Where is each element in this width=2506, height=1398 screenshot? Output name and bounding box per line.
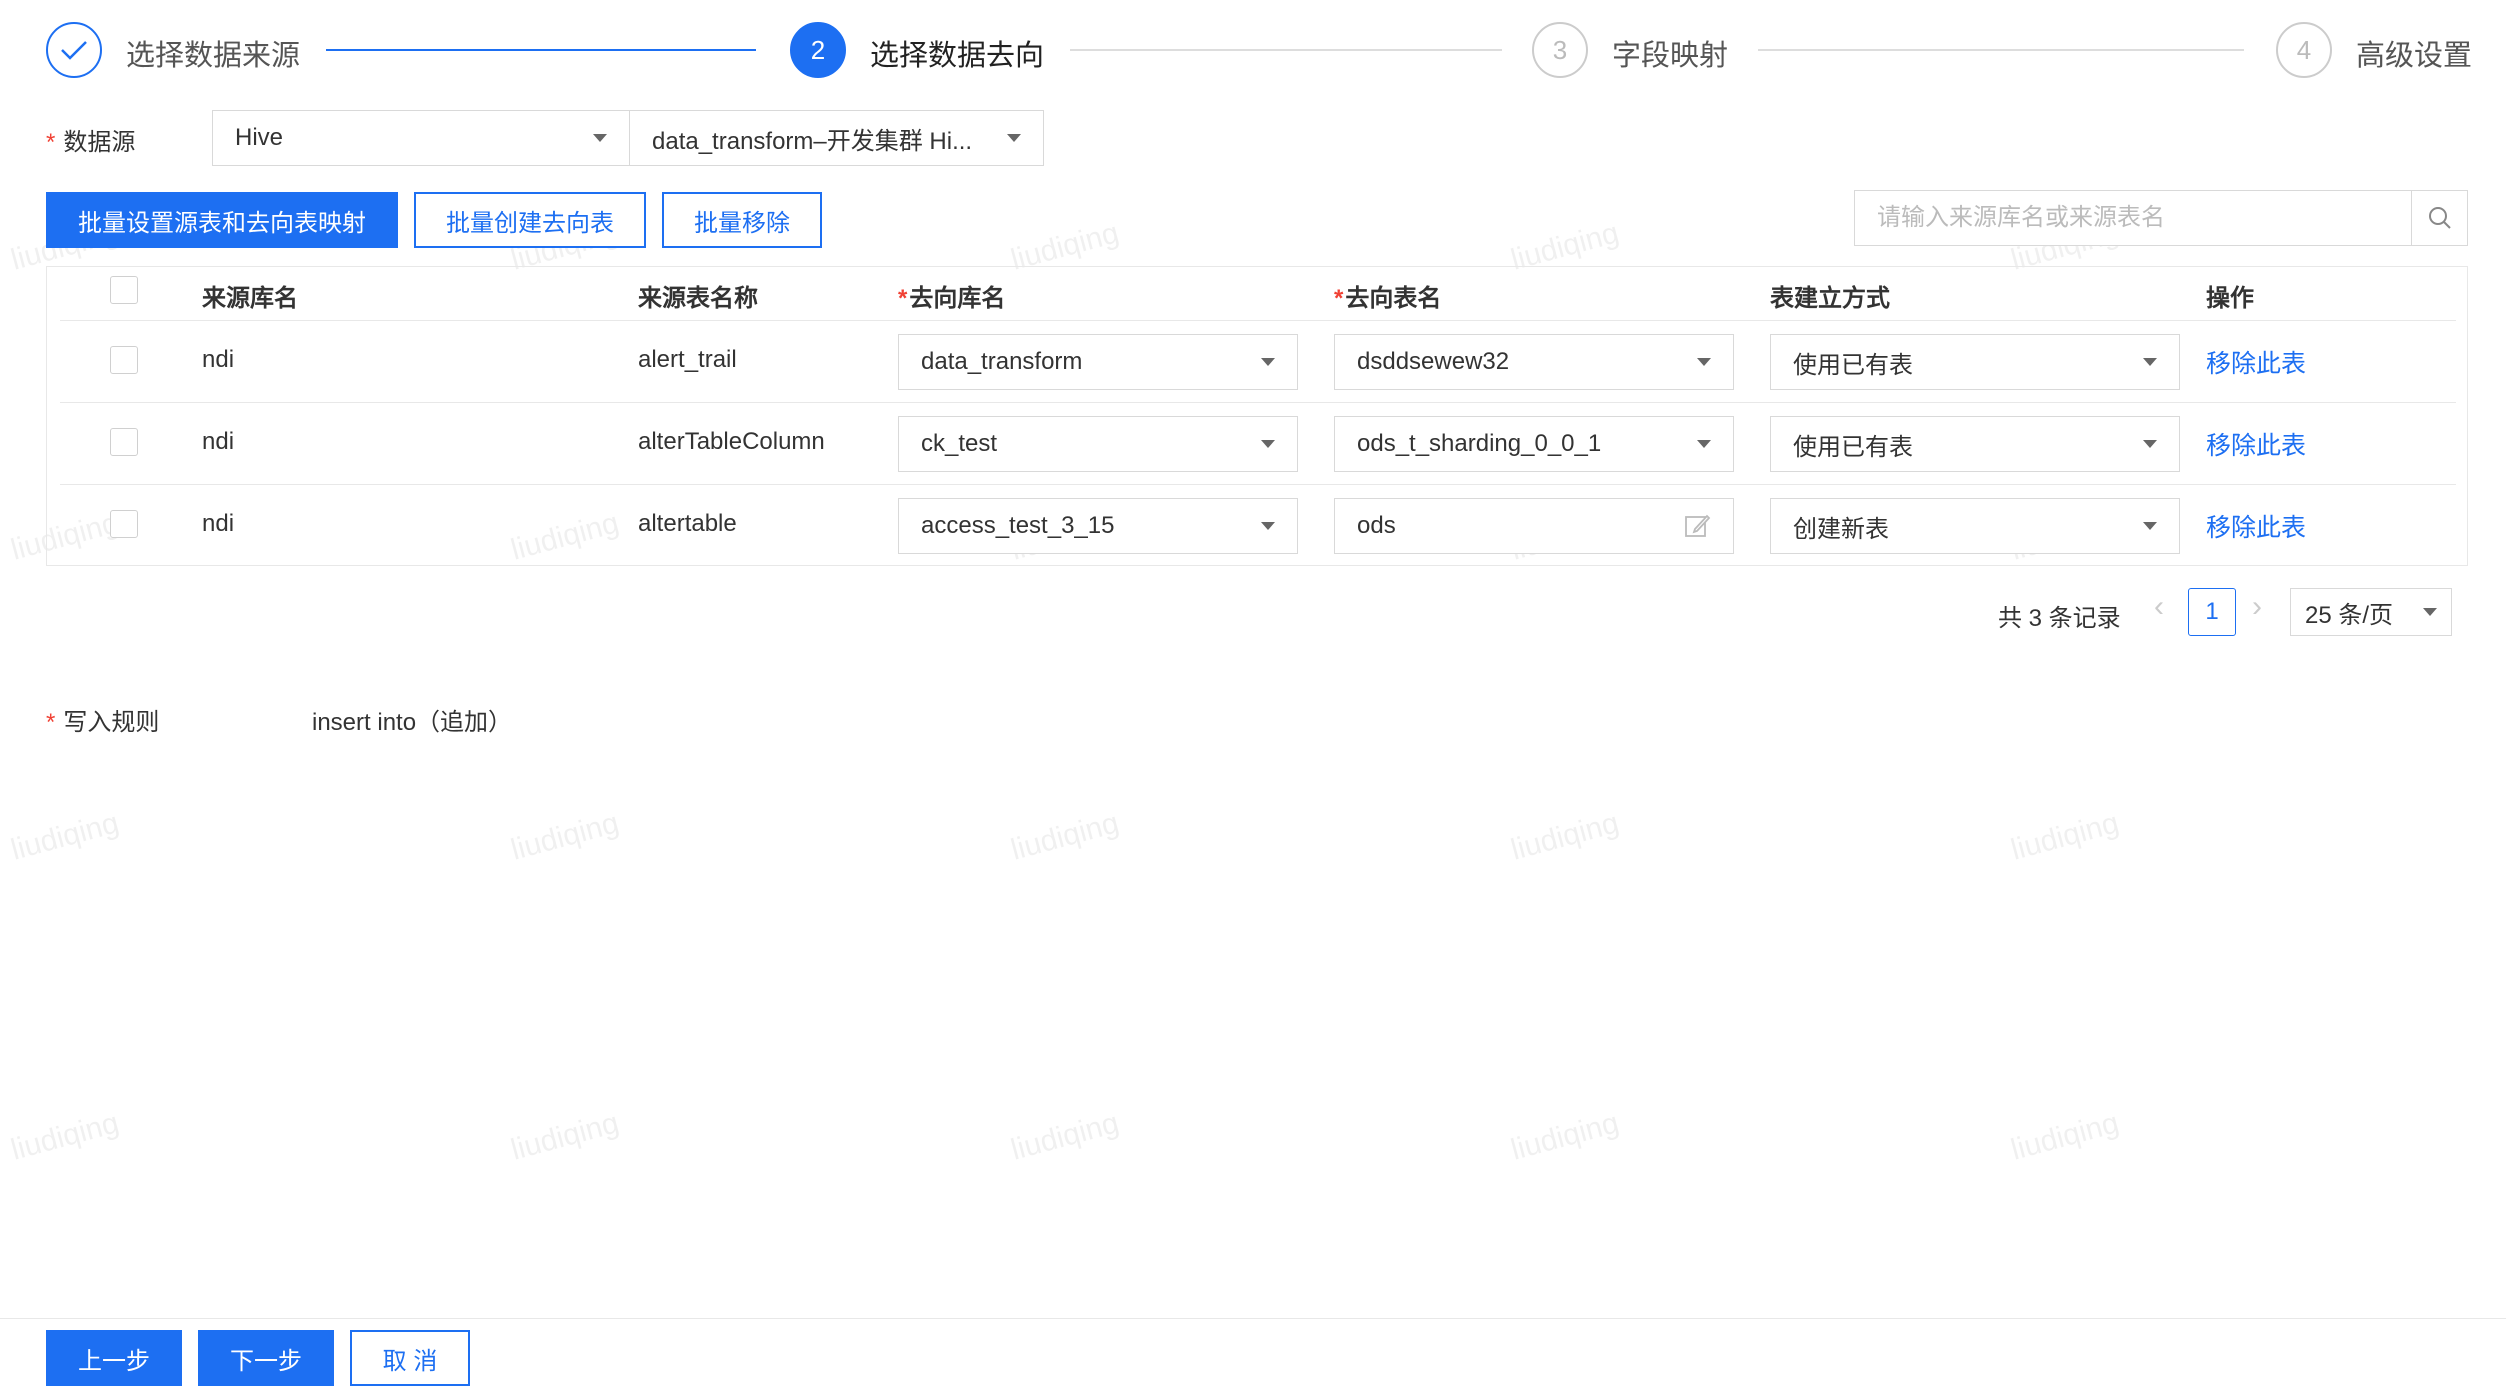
create-mode-select[interactable]: 使用已有表 — [1770, 334, 2180, 390]
search-box — [1854, 190, 2468, 246]
write-rule-label: * 写入规则 — [46, 709, 160, 736]
chevron-down-icon — [2143, 358, 2157, 366]
watermark-text: liudiqing — [2007, 806, 2123, 867]
chevron-down-icon — [1697, 358, 1711, 366]
prev-step-button[interactable]: 上一步 — [46, 1330, 182, 1386]
watermark-text: liudiqing — [2007, 1106, 2123, 1167]
batch-mapping-button[interactable]: 批量设置源表和去向表映射 — [46, 192, 398, 248]
column-header-dst-table: *去向表名 — [1334, 285, 1442, 312]
dst-db-select[interactable]: data_transform — [898, 334, 1298, 390]
batch-remove-button[interactable]: 批量移除 — [662, 192, 822, 248]
step-2-label: 选择数据去向 — [870, 40, 1045, 72]
column-header-create-mode: 表建立方式 — [1770, 285, 1890, 312]
next-page-icon[interactable]: › — [2252, 590, 2262, 624]
watermark-text: liudiqing — [1507, 1106, 1623, 1167]
row-checkbox[interactable] — [110, 510, 138, 538]
dst-table-input[interactable]: ods — [1334, 498, 1734, 554]
prev-page-icon[interactable]: ‹ — [2154, 590, 2164, 624]
chevron-down-icon — [2143, 440, 2157, 448]
watermark-text: liudiqing — [7, 1106, 123, 1167]
watermark-text: liudiqing — [7, 806, 123, 867]
step-1-connector — [326, 49, 756, 51]
step-4-label: 高级设置 — [2356, 40, 2473, 72]
chevron-down-icon — [593, 134, 607, 142]
column-header-dst-db: *去向库名 — [898, 285, 1006, 312]
step-1-label: 选择数据来源 — [126, 40, 301, 72]
datasource-type-select[interactable]: Hive — [212, 110, 630, 166]
chevron-down-icon — [1261, 440, 1275, 448]
chevron-down-icon — [2423, 608, 2437, 616]
watermark-text: liudiqing — [1007, 806, 1123, 867]
chevron-down-icon — [1697, 440, 1711, 448]
batch-create-button[interactable]: 批量创建去向表 — [414, 192, 646, 248]
row-divider — [60, 402, 2456, 403]
column-header-action: 操作 — [2206, 285, 2254, 312]
row-checkbox[interactable] — [110, 346, 138, 374]
step-2-connector — [1070, 49, 1502, 51]
src-db-cell: ndi — [202, 510, 235, 537]
create-mode-select[interactable]: 使用已有表 — [1770, 416, 2180, 472]
column-header-src-table: 来源表名称 — [638, 285, 758, 312]
remove-table-link[interactable]: 移除此表 — [2206, 508, 2306, 544]
step-3-connector — [1758, 49, 2244, 51]
watermark-text: liudiqing — [507, 806, 623, 867]
src-db-cell: ndi — [202, 428, 235, 455]
write-rule-value: insert into（追加） — [312, 709, 513, 736]
page-number-current[interactable]: 1 — [2188, 588, 2236, 636]
pagination-total: 共 3 条记录 — [1998, 605, 2121, 632]
header-divider — [60, 320, 2456, 321]
step-4-number: 4 — [2276, 22, 2332, 78]
row-divider — [60, 484, 2456, 485]
datasource-label: * 数据源 — [46, 129, 136, 156]
next-step-button[interactable]: 下一步 — [198, 1330, 334, 1386]
remove-table-link[interactable]: 移除此表 — [2206, 344, 2306, 380]
dst-db-select[interactable]: ck_test — [898, 416, 1298, 472]
footer-divider — [0, 1318, 2506, 1319]
search-icon — [2428, 207, 2451, 229]
src-table-cell: alert_trail — [638, 346, 737, 373]
search-button[interactable] — [2411, 191, 2467, 245]
step-2-number: 2 — [790, 22, 846, 78]
watermark-text: liudiqing — [507, 1106, 623, 1167]
edit-icon[interactable] — [1683, 512, 1711, 540]
create-mode-select[interactable]: 创建新表 — [1770, 498, 2180, 554]
step-1-done-icon — [46, 22, 102, 78]
src-table-cell: alterTableColumn — [638, 428, 825, 455]
src-db-cell: ndi — [202, 346, 235, 373]
dst-db-select[interactable]: access_test_3_15 — [898, 498, 1298, 554]
select-all-checkbox[interactable] — [110, 276, 138, 304]
datasource-cluster-select[interactable]: data_transform–开发集群 Hi... — [629, 110, 1044, 166]
chevron-down-icon — [1261, 522, 1275, 530]
page-size-select[interactable]: 25 条/页 — [2290, 588, 2452, 636]
chevron-down-icon — [1007, 134, 1021, 142]
row-checkbox[interactable] — [110, 428, 138, 456]
step-3-label: 字段映射 — [1612, 40, 1729, 72]
watermark-text: liudiqing — [1007, 1106, 1123, 1167]
remove-table-link[interactable]: 移除此表 — [2206, 426, 2306, 462]
column-header-src-db: 来源库名 — [202, 285, 298, 312]
chevron-down-icon — [1261, 358, 1275, 366]
step-3-number: 3 — [1532, 22, 1588, 78]
chevron-down-icon — [2143, 522, 2157, 530]
src-table-cell: altertable — [638, 510, 737, 537]
dst-table-select[interactable]: dsddsewew32 — [1334, 334, 1734, 390]
watermark-text: liudiqing — [1507, 806, 1623, 867]
search-input[interactable] — [1855, 191, 2411, 245]
cancel-button[interactable]: 取 消 — [350, 1330, 470, 1386]
dst-table-select[interactable]: ods_t_sharding_0_0_1 — [1334, 416, 1734, 472]
